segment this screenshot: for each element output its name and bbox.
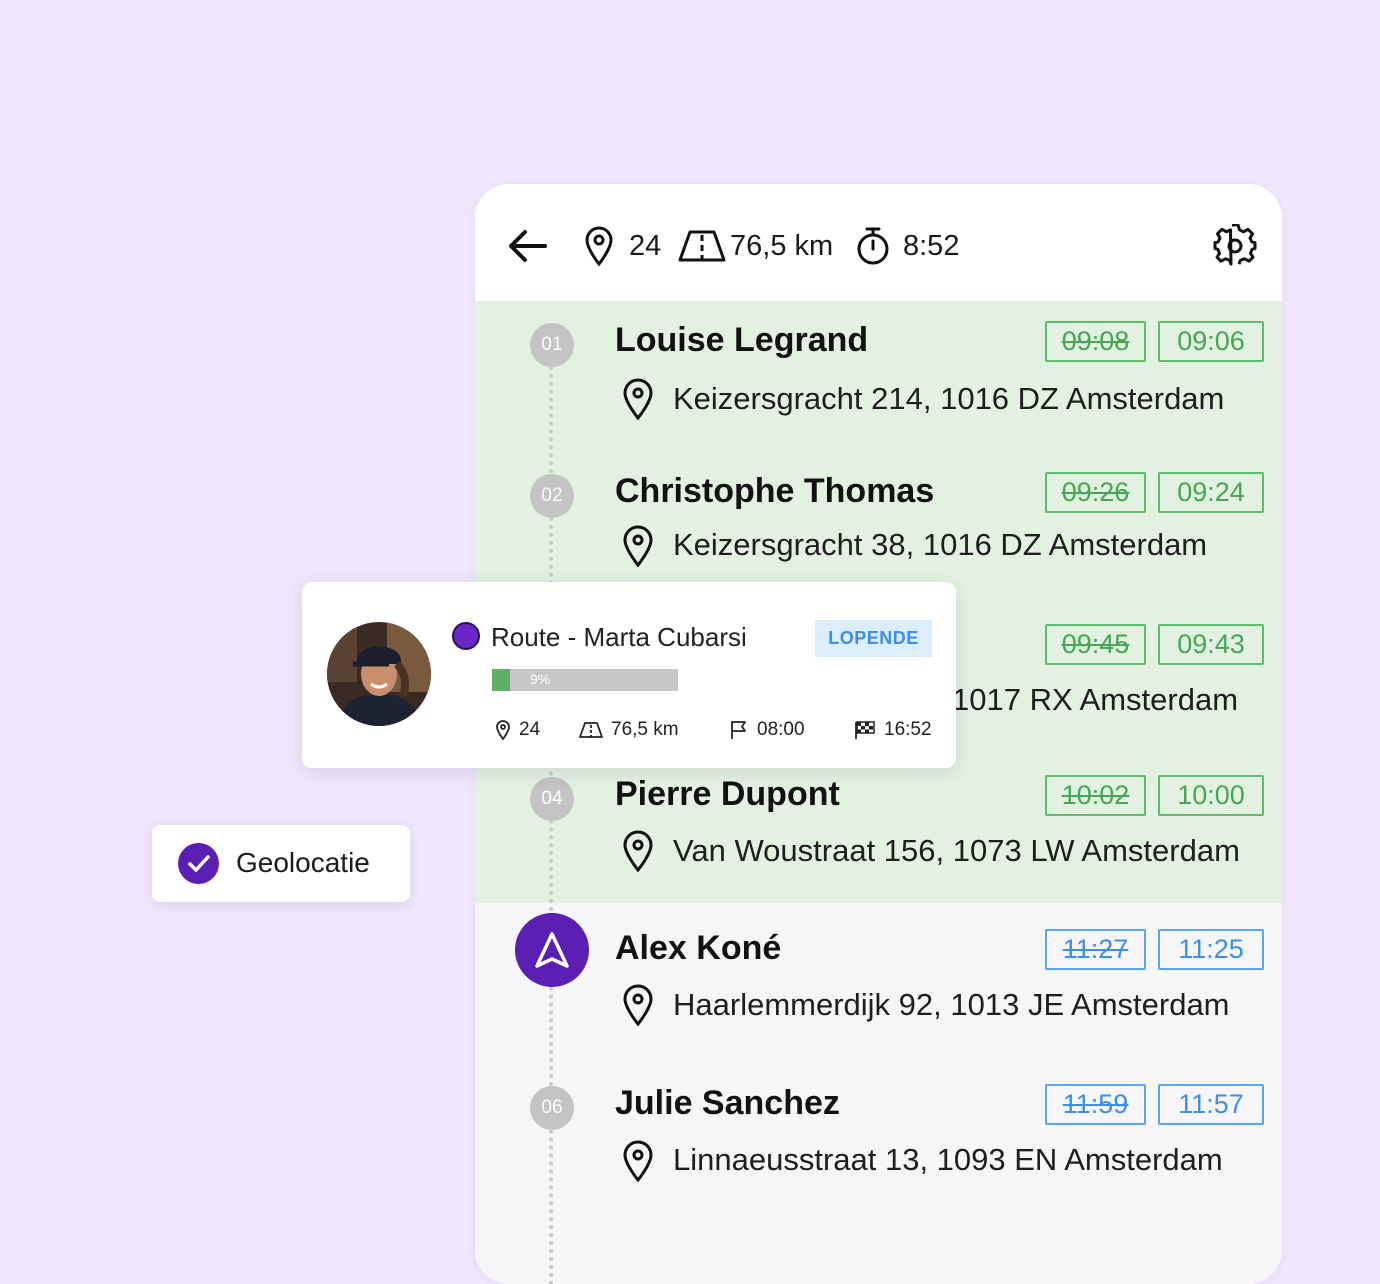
map-pin-icon bbox=[496, 720, 510, 741]
planned-time: 09:26 bbox=[1045, 472, 1146, 513]
planned-time: 11:27 bbox=[1045, 929, 1146, 970]
map-pin-icon bbox=[585, 226, 613, 267]
header-stops: 24 bbox=[583, 224, 661, 268]
stop-address: Haarlemmerdijk 92, 1013 JE Amsterdam bbox=[673, 987, 1230, 1022]
status-badge: LOPENDE bbox=[815, 620, 932, 657]
navigation-arrow-icon[interactable] bbox=[515, 913, 589, 987]
geolocation-chip[interactable]: Geolocatie bbox=[152, 825, 410, 902]
map-pin-icon bbox=[621, 524, 655, 568]
route-progress-bar: 9% bbox=[492, 669, 678, 691]
route-end: 16:52 bbox=[854, 717, 932, 743]
stop-address: Linnaeusstraat 13, 1093 EN Amsterdam bbox=[673, 1142, 1223, 1177]
road-icon bbox=[579, 722, 603, 738]
stop-number-badge: 06 bbox=[530, 1086, 574, 1130]
gear-icon[interactable] bbox=[1213, 223, 1257, 268]
stop-item[interactable]: 01 Louise Legrand 09:08 09:06 Keizersgra… bbox=[475, 301, 1282, 431]
stop-item[interactable]: 02 Christophe Thomas 09:26 09:24 Keizers… bbox=[475, 452, 1282, 582]
stop-number-badge: 04 bbox=[530, 777, 574, 821]
map-pin-icon bbox=[621, 983, 655, 1027]
stop-address: Keizersgracht 38, 1016 DZ Amsterdam bbox=[673, 527, 1208, 562]
route-stops: 24 bbox=[495, 717, 540, 743]
header-duration: 8:52 bbox=[855, 224, 959, 268]
actual-time: 10:00 bbox=[1158, 775, 1264, 816]
route-progress-fill bbox=[492, 669, 511, 691]
stop-item-current[interactable]: Alex Koné 11:27 11:25 Haarlemmerdijk 92,… bbox=[475, 909, 1282, 1039]
back-arrow-icon[interactable] bbox=[505, 224, 549, 268]
route-start: 08:00 bbox=[729, 717, 805, 743]
header-duration-value: 8:52 bbox=[903, 229, 960, 262]
road-icon bbox=[678, 230, 726, 262]
actual-time: 09:24 bbox=[1158, 472, 1264, 513]
header-distance-value: 76,5 km bbox=[730, 229, 834, 262]
route-title: Route - Marta Cubarsi bbox=[491, 622, 747, 652]
planned-time: 09:45 bbox=[1045, 624, 1146, 665]
actual-time: 11:25 bbox=[1158, 929, 1264, 970]
map-pin-icon bbox=[621, 1139, 655, 1183]
avatar bbox=[327, 622, 431, 726]
route-header: 24 76,5 km 8:52 bbox=[475, 184, 1282, 301]
stop-item[interactable]: 04 Pierre Dupont 10:02 10:00 Van Woustra… bbox=[475, 755, 1282, 885]
stop-address: Keizersgracht 214, 1016 DZ Amsterdam bbox=[673, 381, 1225, 416]
checkered-flag-icon bbox=[855, 721, 875, 739]
checkmark-icon bbox=[178, 843, 219, 884]
stop-item[interactable]: 06 Julie Sanchez 11:59 11:57 Linnaeusstr… bbox=[475, 1064, 1282, 1194]
actual-time: 09:43 bbox=[1158, 624, 1264, 665]
route-distance: 76,5 km bbox=[579, 717, 679, 743]
route-progress-label: 9% bbox=[530, 671, 551, 687]
header-distance: 76,5 km bbox=[678, 224, 833, 268]
actual-time: 11:57 bbox=[1158, 1084, 1264, 1125]
map-pin-icon bbox=[621, 829, 655, 873]
stop-number-badge: 01 bbox=[530, 323, 574, 367]
stop-address: Van Woustraat 156, 1073 LW Amsterdam bbox=[673, 833, 1240, 868]
map-pin-icon bbox=[621, 377, 655, 421]
stop-name: Julie Sanchez bbox=[615, 1084, 840, 1122]
stop-name: Louise Legrand bbox=[615, 321, 869, 359]
actual-time: 09:06 bbox=[1158, 321, 1264, 362]
route-stops-count: 24 bbox=[519, 719, 541, 740]
planned-time: 09:08 bbox=[1045, 321, 1146, 362]
planned-time: 11:59 bbox=[1045, 1084, 1146, 1125]
stop-number-badge: 02 bbox=[530, 474, 574, 518]
route-start-time: 08:00 bbox=[757, 719, 805, 740]
route-distance-value: 76,5 km bbox=[611, 719, 679, 740]
stop-name: Christophe Thomas bbox=[615, 472, 935, 510]
header-stops-count: 24 bbox=[629, 229, 662, 262]
route-end-time: 16:52 bbox=[884, 719, 932, 740]
stop-name: Alex Koné bbox=[615, 929, 782, 967]
route-summary-card[interactable]: Route - Marta Cubarsi LOPENDE 9% 24 76,5… bbox=[302, 582, 956, 768]
stop-name: Pierre Dupont bbox=[615, 775, 840, 813]
stop-address: 1017 RX Amsterdam bbox=[952, 682, 1239, 717]
planned-time: 10:02 bbox=[1045, 775, 1146, 816]
geolocation-label: Geolocatie bbox=[236, 847, 370, 878]
flag-icon bbox=[731, 721, 746, 739]
route-color-dot bbox=[452, 622, 480, 650]
stopwatch-icon bbox=[857, 227, 889, 265]
